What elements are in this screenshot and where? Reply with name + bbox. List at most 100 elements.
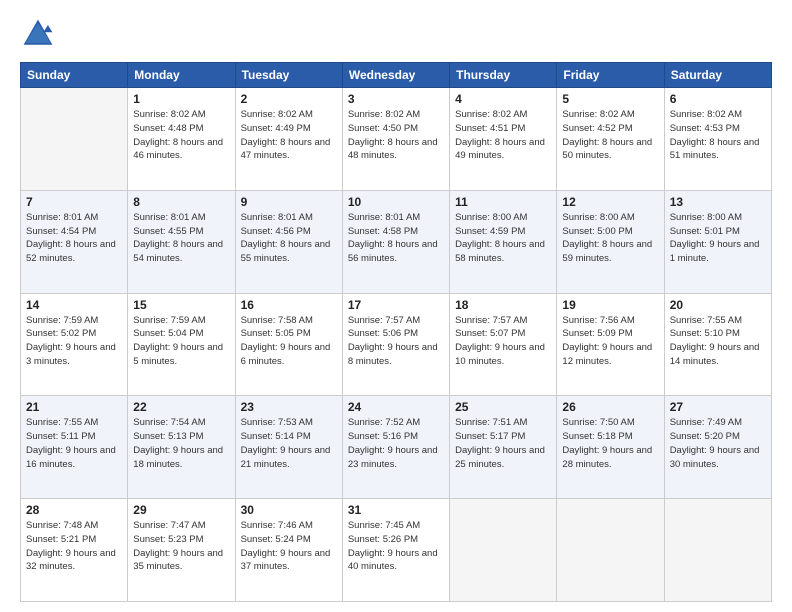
day-number: 15 [133,298,229,312]
day-info: Sunrise: 8:01 AMSunset: 4:54 PMDaylight:… [26,211,122,266]
day-number: 13 [670,195,766,209]
calendar-week-row: 21 Sunrise: 7:55 AMSunset: 5:11 PMDayligh… [21,396,772,499]
day-info: Sunrise: 7:58 AMSunset: 5:05 PMDaylight:… [241,314,337,369]
calendar-cell: 12Sunrise: 8:00 AMSunset: 5:00 PMDayligh… [557,190,664,293]
day-info: Sunrise: 7:55 AMSunset: 5:10 PMDaylight:… [670,314,766,369]
calendar-cell: 7 Sunrise: 8:01 AMSunset: 4:54 PMDaylight… [21,190,128,293]
logo [20,16,60,52]
day-info: Sunrise: 8:02 AMSunset: 4:52 PMDaylight:… [562,108,658,163]
day-info: Sunrise: 7:48 AMSunset: 5:21 PMDaylight:… [26,519,122,574]
day-number: 9 [241,195,337,209]
calendar-cell: 23Sunrise: 7:53 AMSunset: 5:14 PMDayligh… [235,396,342,499]
day-number: 27 [670,400,766,414]
calendar-cell: 15 Sunrise: 7:59 AMSunset: 5:04 PMDayligh… [128,293,235,396]
day-info: Sunrise: 7:50 AMSunset: 5:18 PMDaylight:… [562,416,658,471]
calendar-cell: 8 Sunrise: 8:01 AMSunset: 4:55 PMDaylight… [128,190,235,293]
day-number: 29 [133,503,229,517]
day-number: 20 [670,298,766,312]
day-info: Sunrise: 8:02 AMSunset: 4:48 PMDaylight:… [133,108,229,163]
day-info: Sunrise: 7:59 AMSunset: 5:02 PMDaylight:… [26,314,122,369]
calendar-cell: 1 Sunrise: 8:02 AMSunset: 4:48 PMDaylight… [128,88,235,191]
day-number: 4 [455,92,551,106]
calendar-cell: 3 Sunrise: 8:02 AMSunset: 4:50 PMDaylight… [342,88,449,191]
page: SundayMondayTuesdayWednesdayThursdayFrid… [0,0,792,612]
calendar-cell: 21 Sunrise: 7:55 AMSunset: 5:11 PMDayligh… [21,396,128,499]
day-info: Sunrise: 7:54 AMSunset: 5:13 PMDaylight:… [133,416,229,471]
day-number: 31 [348,503,444,517]
weekday-header-tuesday: Tuesday [235,63,342,88]
day-info: Sunrise: 8:02 AMSunset: 4:53 PMDaylight:… [670,108,766,163]
logo-icon [20,16,56,52]
day-info: Sunrise: 8:01 AMSunset: 4:58 PMDaylight:… [348,211,444,266]
calendar-cell: 20 Sunrise: 7:55 AMSunset: 5:10 PMDayligh… [664,293,771,396]
day-number: 16 [241,298,337,312]
day-number: 26 [562,400,658,414]
calendar-cell: 9 Sunrise: 8:01 AMSunset: 4:56 PMDaylight… [235,190,342,293]
calendar-cell: 22 Sunrise: 7:54 AMSunset: 5:13 PMDayligh… [128,396,235,499]
day-number: 5 [562,92,658,106]
calendar-cell: 16 Sunrise: 7:58 AMSunset: 5:05 PMDayligh… [235,293,342,396]
weekday-header-friday: Friday [557,63,664,88]
day-number: 7 [26,195,122,209]
day-number: 17 [348,298,444,312]
calendar-cell: 28Sunrise: 7:48 AMSunset: 5:21 PMDayligh… [21,499,128,602]
weekday-header-saturday: Saturday [664,63,771,88]
day-info: Sunrise: 7:52 AMSunset: 5:16 PMDaylight:… [348,416,444,471]
day-info: Sunrise: 8:01 AMSunset: 4:55 PMDaylight:… [133,211,229,266]
day-info: Sunrise: 8:02 AMSunset: 4:50 PMDaylight:… [348,108,444,163]
calendar-cell: 29 Sunrise: 7:47 AMSunset: 5:23 PMDayligh… [128,499,235,602]
calendar-cell: 6 Sunrise: 8:02 AMSunset: 4:53 PMDaylight… [664,88,771,191]
day-number: 12 [562,195,658,209]
day-number: 2 [241,92,337,106]
calendar-cell: 25 Sunrise: 7:51 AMSunset: 5:17 PMDayligh… [450,396,557,499]
day-info: Sunrise: 8:02 AMSunset: 4:49 PMDaylight:… [241,108,337,163]
calendar-cell: 10 Sunrise: 8:01 AMSunset: 4:58 PMDayligh… [342,190,449,293]
day-number: 11 [455,195,551,209]
calendar-cell: 26 Sunrise: 7:50 AMSunset: 5:18 PMDayligh… [557,396,664,499]
day-number: 10 [348,195,444,209]
day-info: Sunrise: 7:51 AMSunset: 5:17 PMDaylight:… [455,416,551,471]
calendar-cell: 31 Sunrise: 7:45 AMSunset: 5:26 PMDayligh… [342,499,449,602]
calendar-cell [664,499,771,602]
day-info: Sunrise: 7:57 AMSunset: 5:07 PMDaylight:… [455,314,551,369]
day-number: 14 [26,298,122,312]
header [20,16,772,52]
day-number: 21 [26,400,122,414]
day-number: 8 [133,195,229,209]
day-number: 3 [348,92,444,106]
day-info: Sunrise: 7:46 AMSunset: 5:24 PMDaylight:… [241,519,337,574]
calendar-week-row: 28Sunrise: 7:48 AMSunset: 5:21 PMDayligh… [21,499,772,602]
weekday-header-wednesday: Wednesday [342,63,449,88]
weekday-header-monday: Monday [128,63,235,88]
day-number: 1 [133,92,229,106]
day-info: Sunrise: 7:47 AMSunset: 5:23 PMDaylight:… [133,519,229,574]
day-number: 18 [455,298,551,312]
day-info: Sunrise: 7:45 AMSunset: 5:26 PMDaylight:… [348,519,444,574]
day-info: Sunrise: 8:00 AMSunset: 4:59 PMDaylight:… [455,211,551,266]
day-number: 24 [348,400,444,414]
day-number: 25 [455,400,551,414]
calendar-cell: 30Sunrise: 7:46 AMSunset: 5:24 PMDayligh… [235,499,342,602]
day-info: Sunrise: 7:55 AMSunset: 5:11 PMDaylight:… [26,416,122,471]
calendar-cell [557,499,664,602]
calendar-cell: 19Sunrise: 7:56 AMSunset: 5:09 PMDayligh… [557,293,664,396]
day-info: Sunrise: 7:49 AMSunset: 5:20 PMDaylight:… [670,416,766,471]
weekday-header-sunday: Sunday [21,63,128,88]
day-info: Sunrise: 7:59 AMSunset: 5:04 PMDaylight:… [133,314,229,369]
day-info: Sunrise: 8:02 AMSunset: 4:51 PMDaylight:… [455,108,551,163]
calendar-week-row: 7 Sunrise: 8:01 AMSunset: 4:54 PMDaylight… [21,190,772,293]
calendar-week-row: 14 Sunrise: 7:59 AMSunset: 5:02 PMDayligh… [21,293,772,396]
calendar-cell [450,499,557,602]
weekday-header-thursday: Thursday [450,63,557,88]
day-info: Sunrise: 8:01 AMSunset: 4:56 PMDaylight:… [241,211,337,266]
calendar-cell: 2 Sunrise: 8:02 AMSunset: 4:49 PMDaylight… [235,88,342,191]
calendar-cell: 13Sunrise: 8:00 AMSunset: 5:01 PMDayligh… [664,190,771,293]
calendar-cell: 5 Sunrise: 8:02 AMSunset: 4:52 PMDaylight… [557,88,664,191]
day-number: 22 [133,400,229,414]
weekday-header-row: SundayMondayTuesdayWednesdayThursdayFrid… [21,63,772,88]
calendar-cell: 24 Sunrise: 7:52 AMSunset: 5:16 PMDayligh… [342,396,449,499]
day-number: 6 [670,92,766,106]
calendar-cell: 11 Sunrise: 8:00 AMSunset: 4:59 PMDayligh… [450,190,557,293]
day-number: 23 [241,400,337,414]
day-info: Sunrise: 7:56 AMSunset: 5:09 PMDaylight:… [562,314,658,369]
